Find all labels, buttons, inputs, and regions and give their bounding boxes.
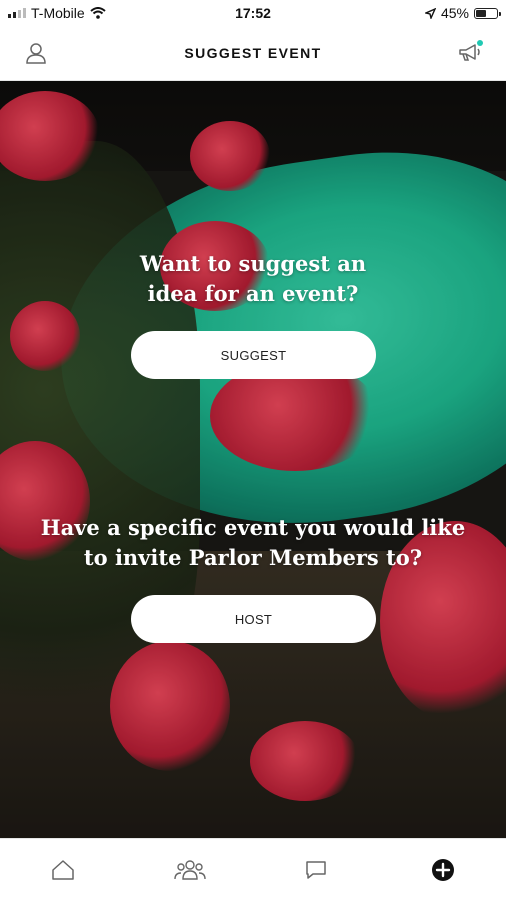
- host-button-label: HOST: [235, 612, 272, 627]
- host-prompt-text: Have a specific event you would like to …: [41, 515, 465, 570]
- hero-overlay: [0, 81, 506, 838]
- carrier-label: T-Mobile: [31, 5, 85, 21]
- status-right: 45%: [425, 5, 498, 21]
- suggest-button[interactable]: SUGGEST: [131, 331, 376, 379]
- host-prompt: Have a specific event you would like to …: [0, 513, 506, 573]
- bottom-nav: [0, 838, 506, 901]
- home-icon: [51, 859, 75, 881]
- battery-percent: 45%: [441, 5, 469, 21]
- user-icon: [26, 42, 46, 64]
- megaphone-icon: [458, 43, 482, 63]
- profile-button[interactable]: [21, 38, 51, 68]
- chat-icon: [304, 859, 328, 881]
- nav-members[interactable]: [127, 839, 254, 901]
- suggest-prompt-text: Want to suggest an idea for an event?: [140, 251, 366, 306]
- status-left: T-Mobile: [8, 5, 106, 21]
- suggest-prompt: Want to suggest an idea for an event?: [0, 249, 506, 309]
- hero-section: Want to suggest an idea for an event? SU…: [0, 81, 506, 838]
- page-title: SUGGEST EVENT: [184, 45, 321, 61]
- app-header: SUGGEST EVENT: [0, 26, 506, 81]
- suggest-button-label: SUGGEST: [221, 348, 287, 363]
- wifi-icon: [90, 7, 106, 19]
- location-arrow-icon: [425, 8, 436, 19]
- members-icon: [174, 859, 206, 881]
- host-button[interactable]: HOST: [131, 595, 376, 643]
- status-bar: T-Mobile 17:52 45%: [0, 0, 506, 26]
- nav-add[interactable]: [380, 839, 506, 901]
- announcements-button[interactable]: [455, 38, 485, 68]
- nav-home[interactable]: [0, 839, 127, 901]
- notification-dot: [477, 40, 483, 46]
- battery-icon: [474, 8, 498, 19]
- nav-chat[interactable]: [253, 839, 380, 901]
- add-icon: [431, 858, 455, 882]
- signal-icon: [8, 8, 26, 18]
